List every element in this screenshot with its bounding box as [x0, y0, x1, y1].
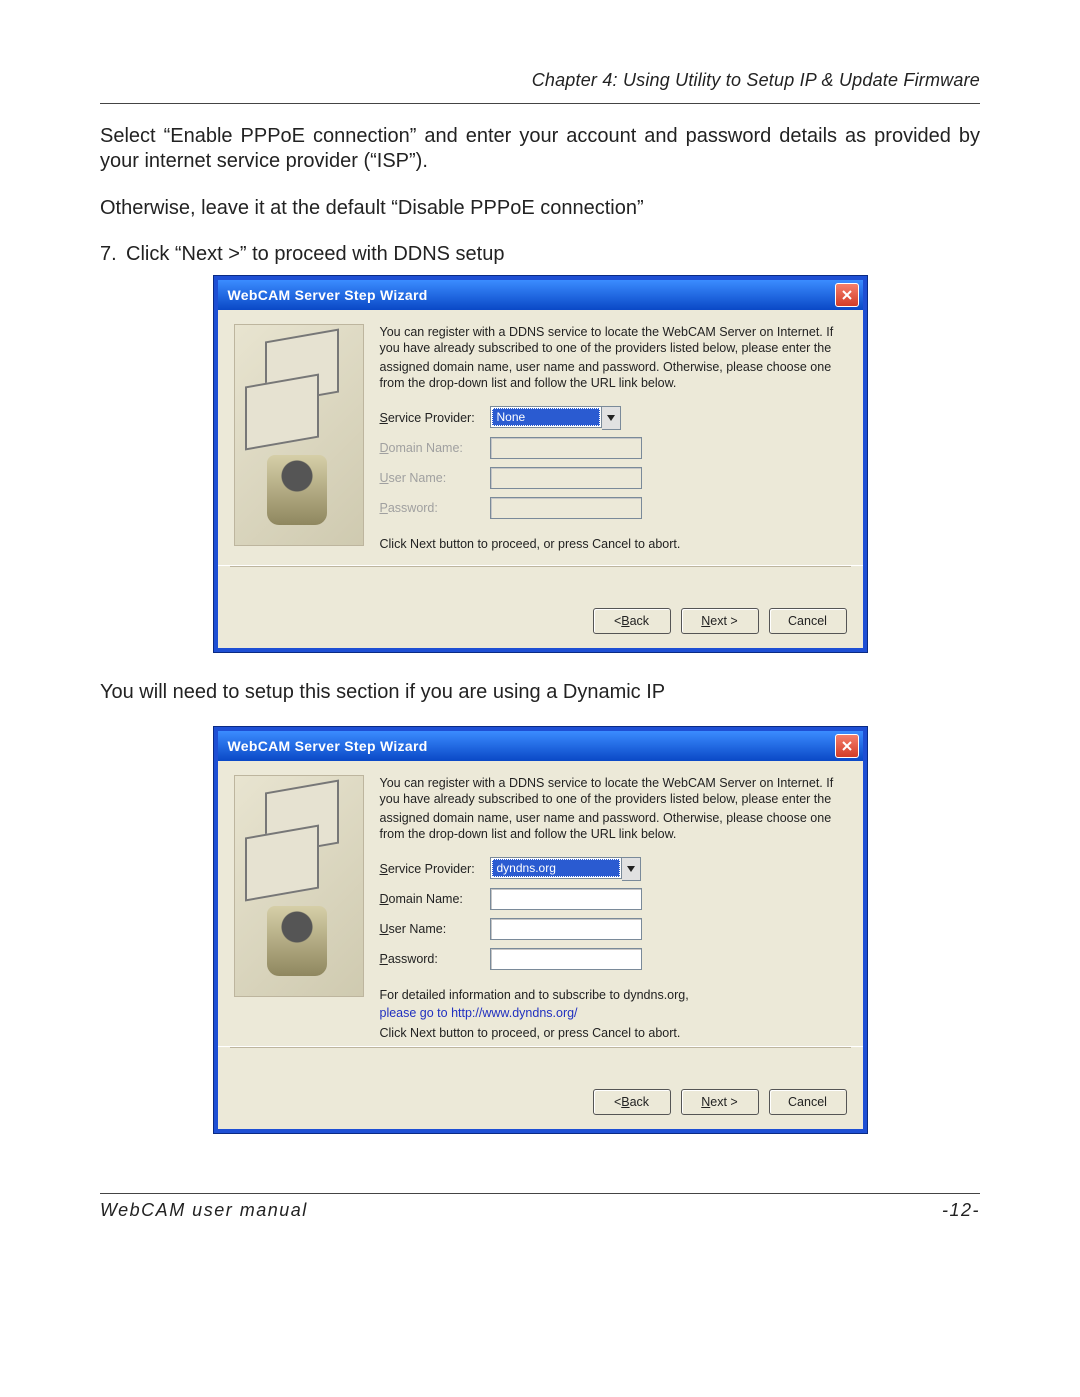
password-field[interactable]: [490, 948, 642, 970]
cancel-button[interactable]: Cancel: [769, 608, 847, 634]
titlebar[interactable]: WebCAM Server Step Wizard: [218, 280, 863, 310]
label-domain-name: Domain Name:: [380, 892, 490, 906]
user-name-field: [490, 467, 642, 489]
step-7: 7. Click “Next >” to proceed with DDNS s…: [100, 243, 980, 266]
intro-line-1: You can register with a DDNS service to …: [380, 775, 847, 808]
label-domain-name: Domain Name:: [380, 441, 490, 455]
paragraph-pppoe-enable: Select “Enable PPPoE connection” and ent…: [100, 124, 980, 174]
paragraph-dynamic-ip: You will need to setup this section if y…: [100, 680, 980, 705]
label-service-provider: Service Provider:: [380, 411, 490, 425]
service-provider-dropdown[interactable]: None: [490, 406, 621, 430]
password-field: [490, 497, 642, 519]
next-button[interactable]: Next >: [681, 608, 759, 634]
label-service-provider: Service Provider:: [380, 862, 490, 876]
wizard-dialog-ddns-dyndns: WebCAM Server Step Wizard You can regist…: [214, 727, 867, 1133]
step-number: 7.: [100, 243, 126, 266]
back-button[interactable]: < Back: [593, 608, 671, 634]
chevron-down-icon: [607, 415, 615, 421]
paragraph-pppoe-disable: Otherwise, leave it at the default “Disa…: [100, 196, 980, 221]
close-button[interactable]: [835, 283, 859, 307]
dropdown-arrow[interactable]: [602, 406, 621, 430]
dyndns-link[interactable]: please go to http://www.dyndns.org/: [380, 1006, 847, 1020]
proceed-text: Click Next button to proceed, or press C…: [380, 537, 847, 551]
footer-left: WebCAM user manual: [100, 1200, 942, 1221]
dropdown-value: dyndns.org: [492, 859, 620, 877]
back-button[interactable]: < Back: [593, 1089, 671, 1115]
service-provider-dropdown[interactable]: dyndns.org: [490, 857, 641, 881]
intro-line-1: You can register with a DDNS service to …: [380, 324, 847, 357]
domain-name-field[interactable]: [490, 888, 642, 910]
cancel-button[interactable]: Cancel: [769, 1089, 847, 1115]
chevron-down-icon: [627, 866, 635, 872]
titlebar[interactable]: WebCAM Server Step Wizard: [218, 731, 863, 761]
step-text: Click “Next >” to proceed with DDNS setu…: [126, 243, 980, 266]
domain-name-field: [490, 437, 642, 459]
close-button[interactable]: [835, 734, 859, 758]
intro-line-2: assigned domain name, user name and pass…: [380, 810, 847, 843]
wizard-image: [234, 775, 364, 997]
detail-text: For detailed information and to subscrib…: [380, 988, 847, 1002]
chapter-header: Chapter 4: Using Utility to Setup IP & U…: [100, 70, 980, 91]
titlebar-text: WebCAM Server Step Wizard: [228, 738, 428, 754]
footer-page: -12-: [942, 1200, 980, 1221]
proceed-text: Click Next button to proceed, or press C…: [380, 1026, 847, 1040]
user-name-field[interactable]: [490, 918, 642, 940]
wizard-image: [234, 324, 364, 546]
dropdown-value: None: [492, 408, 600, 426]
close-icon: [841, 289, 853, 301]
next-button[interactable]: Next >: [681, 1089, 759, 1115]
wizard-dialog-ddns-none: WebCAM Server Step Wizard You can regist…: [214, 276, 867, 652]
label-password: Password:: [380, 501, 490, 515]
close-icon: [841, 740, 853, 752]
label-user-name: User Name:: [380, 922, 490, 936]
dropdown-arrow[interactable]: [622, 857, 641, 881]
footer-rule: [100, 1193, 980, 1194]
label-password: Password:: [380, 952, 490, 966]
intro-line-2: assigned domain name, user name and pass…: [380, 359, 847, 392]
header-rule: [100, 103, 980, 104]
label-user-name: User Name:: [380, 471, 490, 485]
titlebar-text: WebCAM Server Step Wizard: [228, 287, 428, 303]
